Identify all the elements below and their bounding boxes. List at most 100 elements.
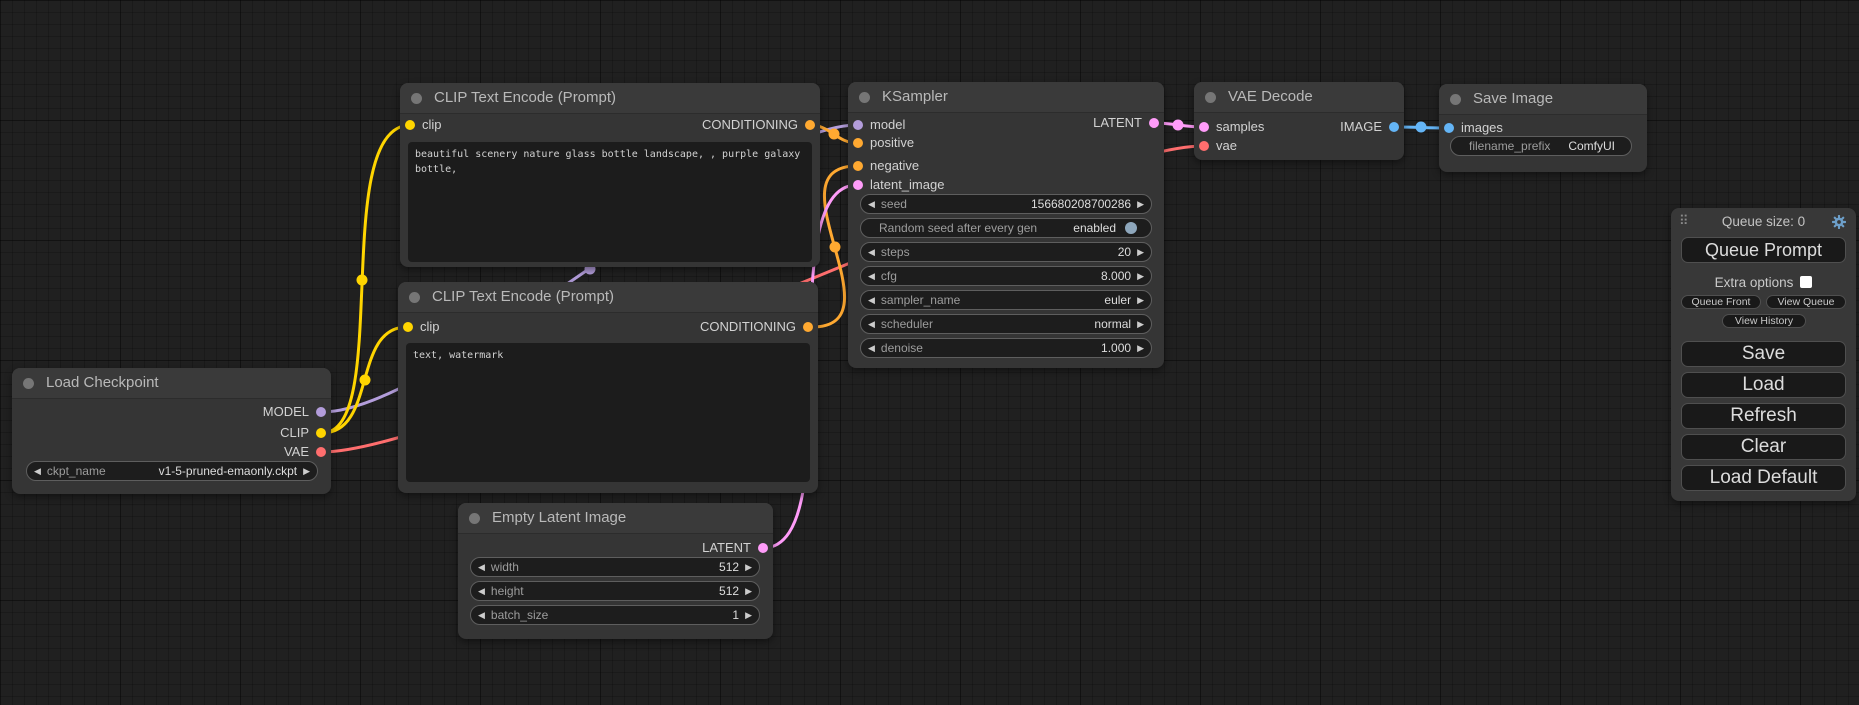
- batch-size-widget[interactable]: ◀ batch_size 1 ▶: [470, 605, 760, 625]
- cfg-widget[interactable]: ◀ cfg 8.000 ▶: [860, 266, 1152, 286]
- node-title: Load Checkpoint: [46, 374, 159, 391]
- node-empty-latent-image[interactable]: Empty Latent Image LATENT ◀ width 512 ▶ …: [458, 503, 773, 639]
- output-slot-conditioning: CONDITIONING: [398, 319, 818, 335]
- sampler-name-widget[interactable]: ◀ sampler_name euler ▶: [860, 290, 1152, 310]
- view-queue-button[interactable]: View Queue: [1766, 295, 1846, 309]
- output-slot-image: IMAGE: [1289, 119, 1405, 135]
- clear-button[interactable]: Clear: [1681, 434, 1846, 460]
- decrement-arrow-icon[interactable]: ◀: [868, 314, 875, 334]
- input-slot-vae: vae: [1194, 138, 1404, 154]
- conditioning-output-port[interactable]: [803, 322, 813, 332]
- wire-midpoint-dot: [1416, 122, 1427, 133]
- gear-icon[interactable]: [1831, 214, 1847, 230]
- node-title-bar[interactable]: KSampler: [848, 82, 1164, 113]
- refresh-button[interactable]: Refresh: [1681, 403, 1846, 429]
- decrement-arrow-icon[interactable]: ◀: [868, 242, 875, 262]
- negative-input-port[interactable]: [853, 161, 863, 171]
- input-label: samples: [1216, 119, 1264, 135]
- increment-arrow-icon[interactable]: ▶: [1137, 194, 1144, 214]
- comfyui-canvas[interactable]: Load Checkpoint MODEL CLIP VAE ◀ ckpt_na…: [0, 0, 1859, 705]
- output-slot-model: MODEL: [12, 404, 331, 420]
- widget-label: scheduler: [881, 317, 933, 331]
- node-title: Empty Latent Image: [492, 509, 626, 526]
- image-output-port[interactable]: [1389, 122, 1399, 132]
- random-seed-toggle[interactable]: Random seed after every gen enabled: [860, 218, 1152, 238]
- widget-value: enabled: [1073, 221, 1116, 235]
- decrement-arrow-icon[interactable]: ◀: [478, 557, 485, 577]
- input-label: positive: [870, 135, 914, 151]
- scheduler-widget[interactable]: ◀ scheduler normal ▶: [860, 314, 1152, 334]
- load-default-button[interactable]: Load Default: [1681, 465, 1846, 491]
- node-title-bar[interactable]: Save Image: [1439, 84, 1647, 115]
- node-collapse-dot-icon[interactable]: [1450, 94, 1461, 105]
- negative-prompt-textarea[interactable]: text, watermark: [406, 343, 810, 482]
- node-title-bar[interactable]: CLIP Text Encode (Prompt): [398, 282, 818, 313]
- decrement-arrow-icon[interactable]: ◀: [868, 290, 875, 310]
- node-collapse-dot-icon[interactable]: [859, 92, 870, 103]
- filename-prefix-widget[interactable]: filename_prefix ComfyUI: [1450, 136, 1632, 156]
- decrement-arrow-icon[interactable]: ◀: [34, 461, 41, 481]
- increment-arrow-icon[interactable]: ▶: [1137, 266, 1144, 286]
- increment-arrow-icon[interactable]: ▶: [1137, 338, 1144, 358]
- conditioning-output-port[interactable]: [805, 120, 815, 130]
- positive-prompt-textarea[interactable]: beautiful scenery nature glass bottle la…: [408, 142, 812, 262]
- increment-arrow-icon[interactable]: ▶: [1137, 290, 1144, 310]
- ckpt-name-widget[interactable]: ◀ ckpt_name v1-5-pruned-emaonly.ckpt ▶: [26, 461, 318, 481]
- node-load-checkpoint[interactable]: Load Checkpoint MODEL CLIP VAE ◀ ckpt_na…: [12, 368, 331, 494]
- input-label: model: [870, 117, 905, 133]
- node-collapse-dot-icon[interactable]: [411, 93, 422, 104]
- node-clip-text-encode-negative[interactable]: CLIP Text Encode (Prompt) clip CONDITION…: [398, 282, 818, 493]
- images-input-port[interactable]: [1444, 123, 1454, 133]
- denoise-widget[interactable]: ◀ denoise 1.000 ▶: [860, 338, 1152, 358]
- widget-label: sampler_name: [881, 293, 960, 307]
- positive-input-port[interactable]: [853, 138, 863, 148]
- decrement-arrow-icon[interactable]: ◀: [478, 581, 485, 601]
- model-output-port[interactable]: [316, 407, 326, 417]
- toggle-dot-icon[interactable]: [1125, 222, 1137, 234]
- node-collapse-dot-icon[interactable]: [469, 513, 480, 524]
- node-collapse-dot-icon[interactable]: [23, 378, 34, 389]
- seed-widget[interactable]: ◀ seed 156680208700286 ▶: [860, 194, 1152, 214]
- decrement-arrow-icon[interactable]: ◀: [868, 338, 875, 358]
- wire-midpoint-dot: [1173, 120, 1184, 131]
- width-widget[interactable]: ◀ width 512 ▶: [470, 557, 760, 577]
- increment-arrow-icon[interactable]: ▶: [745, 605, 752, 625]
- steps-widget[interactable]: ◀ steps 20 ▶: [860, 242, 1152, 262]
- latent-output-port[interactable]: [758, 543, 768, 553]
- increment-arrow-icon[interactable]: ▶: [303, 461, 310, 481]
- node-title-bar[interactable]: Load Checkpoint: [12, 368, 331, 399]
- clip-output-port[interactable]: [316, 428, 326, 438]
- node-save-image[interactable]: Save Image images filename_prefix ComfyU…: [1439, 84, 1647, 172]
- model-input-port[interactable]: [853, 120, 863, 130]
- extra-options-checkbox[interactable]: [1800, 276, 1812, 288]
- samples-input-port[interactable]: [1199, 122, 1209, 132]
- node-collapse-dot-icon[interactable]: [409, 292, 420, 303]
- view-history-button[interactable]: View History: [1722, 314, 1806, 328]
- decrement-arrow-icon[interactable]: ◀: [478, 605, 485, 625]
- wire-midpoint-dot: [830, 242, 841, 253]
- node-title-bar[interactable]: CLIP Text Encode (Prompt): [400, 83, 820, 114]
- increment-arrow-icon[interactable]: ▶: [745, 581, 752, 601]
- node-title-bar[interactable]: Empty Latent Image: [458, 503, 773, 534]
- increment-arrow-icon[interactable]: ▶: [745, 557, 752, 577]
- vae-input-port[interactable]: [1199, 141, 1209, 151]
- widget-label: steps: [881, 245, 910, 259]
- queue-prompt-button[interactable]: Queue Prompt: [1681, 237, 1846, 263]
- vae-output-port[interactable]: [316, 447, 326, 457]
- output-label: CONDITIONING: [702, 117, 798, 133]
- decrement-arrow-icon[interactable]: ◀: [868, 194, 875, 214]
- node-clip-text-encode-positive[interactable]: CLIP Text Encode (Prompt) clip CONDITION…: [400, 83, 820, 267]
- save-button[interactable]: Save: [1681, 341, 1846, 367]
- node-title-bar[interactable]: VAE Decode: [1194, 82, 1404, 113]
- queue-front-button[interactable]: Queue Front: [1681, 295, 1761, 309]
- increment-arrow-icon[interactable]: ▶: [1137, 242, 1144, 262]
- node-ksampler[interactable]: KSampler LATENT model positive negative …: [848, 82, 1164, 368]
- node-vae-decode[interactable]: VAE Decode samples IMAGE vae: [1194, 82, 1404, 160]
- height-widget[interactable]: ◀ height 512 ▶: [470, 581, 760, 601]
- latent-output-port[interactable]: [1149, 118, 1159, 128]
- decrement-arrow-icon[interactable]: ◀: [868, 266, 875, 286]
- node-collapse-dot-icon[interactable]: [1205, 92, 1216, 103]
- increment-arrow-icon[interactable]: ▶: [1137, 314, 1144, 334]
- load-button[interactable]: Load: [1681, 372, 1846, 398]
- latent-image-input-port[interactable]: [853, 180, 863, 190]
